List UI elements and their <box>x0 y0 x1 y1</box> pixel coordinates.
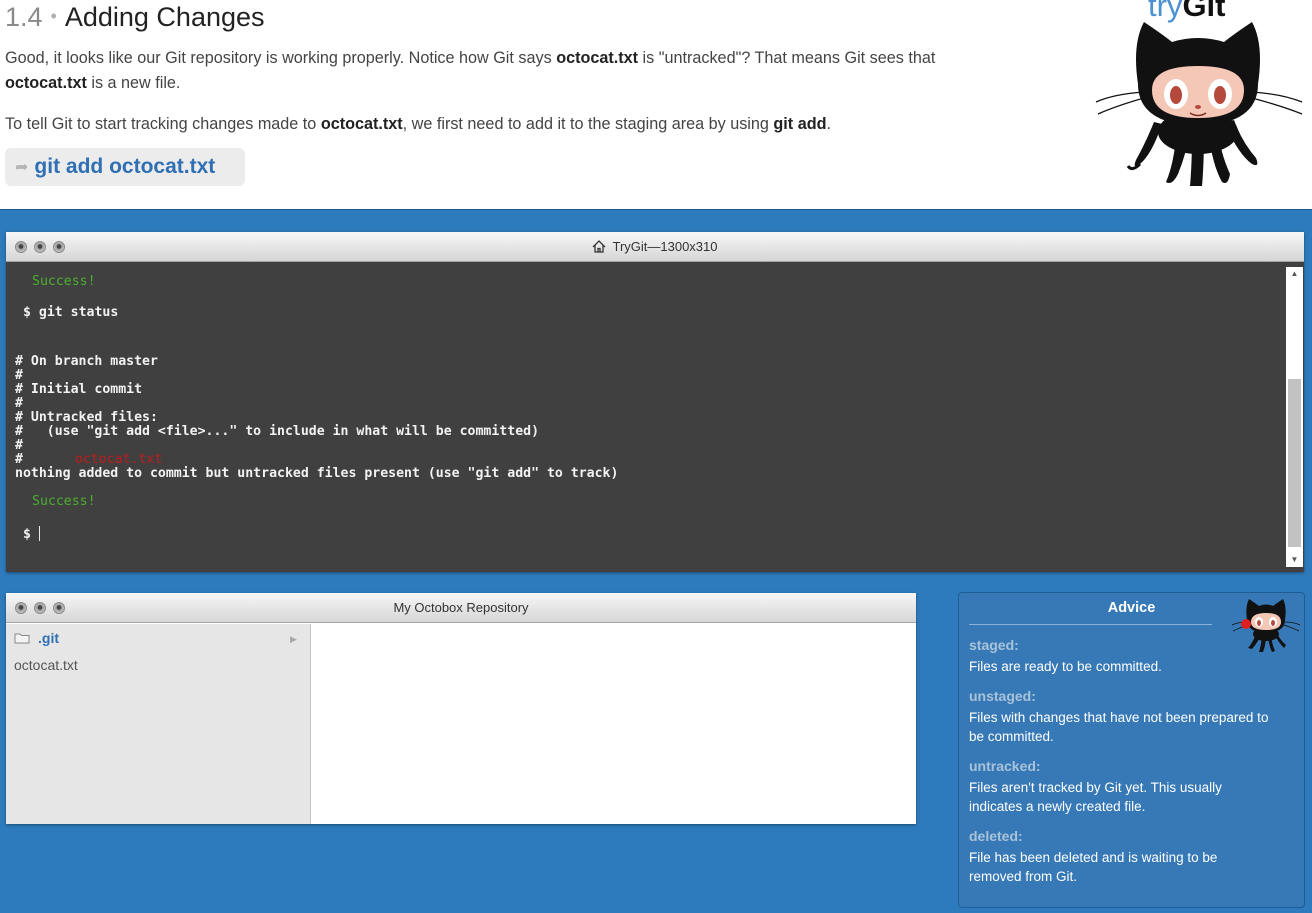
terminal-output[interactable]: Success! $ git status # On branch master… <box>6 263 1285 572</box>
file-item-octocat[interactable]: octocat.txt <box>14 657 78 673</box>
advice-term-unstaged: unstaged: <box>969 688 1036 704</box>
output-line: # On branch master <box>15 354 158 369</box>
output-line: # <box>15 368 23 383</box>
text-run: , we first need to add it to the staging… <box>402 115 774 133</box>
output-line: # octocat.txt <box>15 453 162 467</box>
command-text: git add octocat.txt <box>34 155 216 178</box>
scroll-up-arrow-icon[interactable]: ▲ <box>1286 267 1303 281</box>
output-line: # (use "git add <file>..." to include in… <box>15 424 540 439</box>
filename-bold: octocat.txt <box>5 74 87 92</box>
output-line: # Initial commit <box>15 382 143 397</box>
output-line: # <box>15 438 23 453</box>
filename-bold: octocat.txt <box>556 49 639 67</box>
command-line: $ git status <box>23 305 119 320</box>
advice-definition: File has been deleted and is waiting to … <box>969 850 1218 884</box>
arrow-right-icon: ➦ <box>15 159 29 176</box>
minimize-window-button[interactable] <box>34 602 46 614</box>
command-bold: git add <box>773 115 827 133</box>
command-prompt[interactable]: $ <box>23 526 40 542</box>
text-run: is "untracked"? That means Git sees that <box>638 49 936 67</box>
advice-definition: Files are ready to be committed. <box>969 659 1162 674</box>
repository-file-list: .git ▶ octocat.txt <box>6 624 311 824</box>
advice-definition: Files aren't tracked by Git yet. This us… <box>969 780 1222 814</box>
close-window-button[interactable] <box>15 602 27 614</box>
lesson-number: 1.4 <box>5 2 43 32</box>
lesson-paragraph-1: Good, it looks like our Git repository i… <box>5 46 935 96</box>
folder-item-git[interactable]: .git <box>14 630 59 646</box>
octocat-mascot-icon <box>1232 599 1300 652</box>
repository-titlebar: My Octobox Repository <box>6 593 916 623</box>
repository-window: My Octobox Repository .git ▶ octocat.txt <box>6 593 916 824</box>
output-hash: # <box>15 452 23 467</box>
advice-term-deleted: deleted: <box>969 828 1023 844</box>
terminal-title: TryGit—1300x310 <box>612 239 718 254</box>
octocat-logo <box>1095 22 1303 186</box>
folder-name: .git <box>38 630 59 646</box>
success-message: Success! <box>32 274 96 289</box>
text-run: . <box>826 115 831 133</box>
close-window-button[interactable] <box>15 241 27 253</box>
house-icon <box>593 240 606 253</box>
window-controls <box>15 241 65 253</box>
scrollbar-thumb[interactable] <box>1288 379 1301 547</box>
advice-term-staged: staged: <box>969 637 1019 653</box>
terminal-titlebar: TryGit—1300x310 <box>6 232 1304 262</box>
advice-definition: Files with changes that have not been pr… <box>969 710 1269 744</box>
run-command-button[interactable]: ➦ git add octocat.txt <box>5 148 245 186</box>
chevron-right-icon[interactable]: ▶ <box>290 634 297 645</box>
folder-icon <box>14 633 30 644</box>
text-run: To tell Git to start tracking changes ma… <box>5 115 321 133</box>
terminal-window: TryGit—1300x310 Success! $ git status # … <box>6 232 1304 572</box>
lesson-separator: • <box>50 6 57 26</box>
lesson-paragraph-2: To tell Git to start tracking changes ma… <box>5 112 831 137</box>
text-run: is a new file. <box>86 74 181 92</box>
filename-bold: octocat.txt <box>320 115 403 133</box>
untracked-file: octocat.txt <box>74 452 163 467</box>
output-line: nothing added to commit but untracked fi… <box>15 466 619 481</box>
output-line: # <box>15 396 23 411</box>
repository-title: My Octobox Repository <box>393 600 529 615</box>
text-run: Good, it looks like our Git repository i… <box>5 49 557 67</box>
text-cursor <box>38 526 40 541</box>
zoom-window-button[interactable] <box>53 602 65 614</box>
prompt-symbol: $ <box>23 527 39 542</box>
advice-term-untracked: untracked: <box>969 758 1041 774</box>
terminal-scrollbar[interactable]: ▲ ▼ <box>1286 267 1303 567</box>
lesson-title: Adding Changes <box>64 2 265 32</box>
zoom-window-button[interactable] <box>53 241 65 253</box>
advice-divider <box>969 624 1212 625</box>
window-controls <box>15 602 65 614</box>
minimize-window-button[interactable] <box>34 241 46 253</box>
scroll-down-arrow-icon[interactable]: ▼ <box>1286 553 1303 567</box>
lesson-panel: 1.4 • Adding Changes Good, it looks like o… <box>0 0 1312 210</box>
output-line: # Untracked files: <box>15 410 158 425</box>
lesson-heading: 1.4 • Adding Changes <box>5 2 265 33</box>
success-message: Success! <box>32 494 96 509</box>
